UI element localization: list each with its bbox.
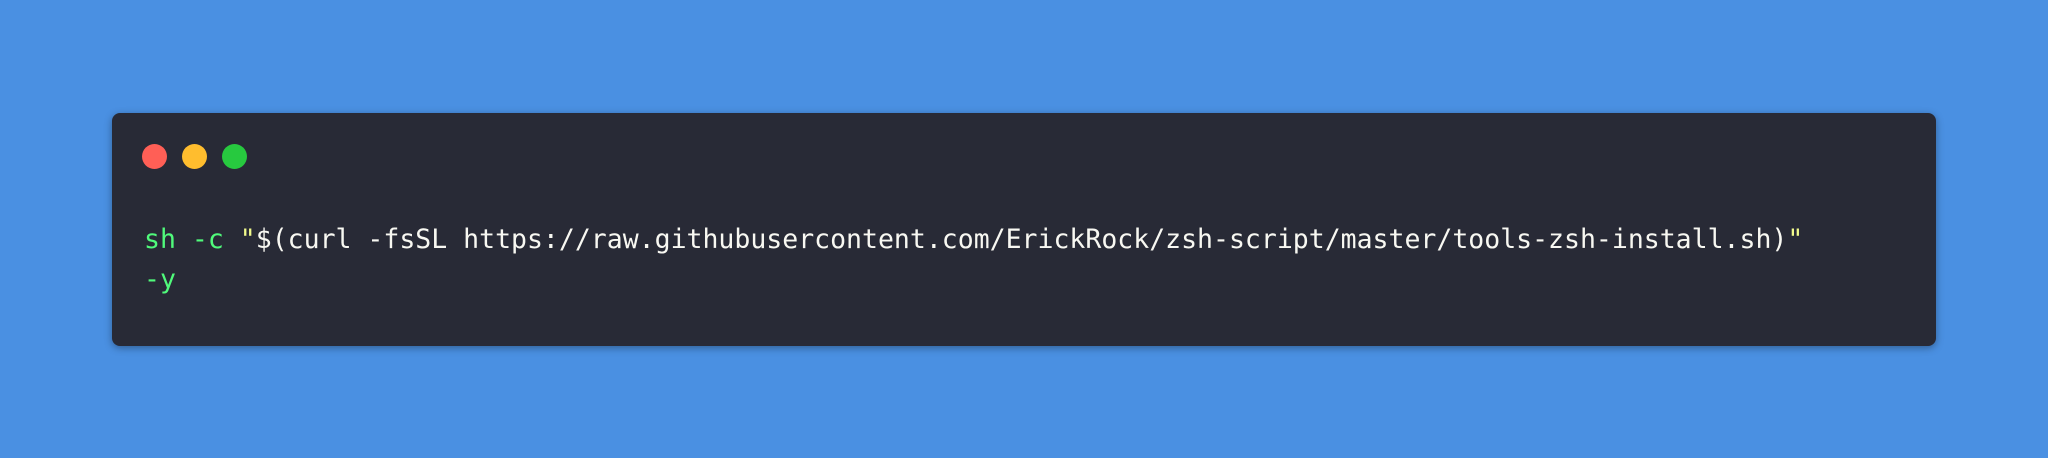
- command-body-text: $(curl -fsSL https://raw.githubuserconte…: [255, 224, 1788, 255]
- open-quote-token: ": [239, 224, 256, 255]
- code-window: sh -c "$(curl -fsSL https://raw.githubus…: [112, 113, 1936, 346]
- maximize-window-icon[interactable]: [222, 144, 247, 169]
- code-block: sh -c "$(curl -fsSL https://raw.githubus…: [144, 220, 1914, 300]
- page-background: sh -c "$(curl -fsSL https://raw.githubus…: [0, 0, 2048, 458]
- window-controls: [142, 144, 247, 169]
- flag-token: -c: [191, 224, 224, 255]
- code-line-1: sh -c "$(curl -fsSL https://raw.githubus…: [144, 224, 1803, 255]
- close-window-icon[interactable]: [142, 144, 167, 169]
- flag-y-token: -y: [144, 264, 176, 295]
- command-token: sh: [144, 224, 176, 255]
- minimize-window-icon[interactable]: [182, 144, 207, 169]
- code-line-2: -y: [144, 264, 176, 295]
- close-quote-token: ": [1787, 224, 1804, 255]
